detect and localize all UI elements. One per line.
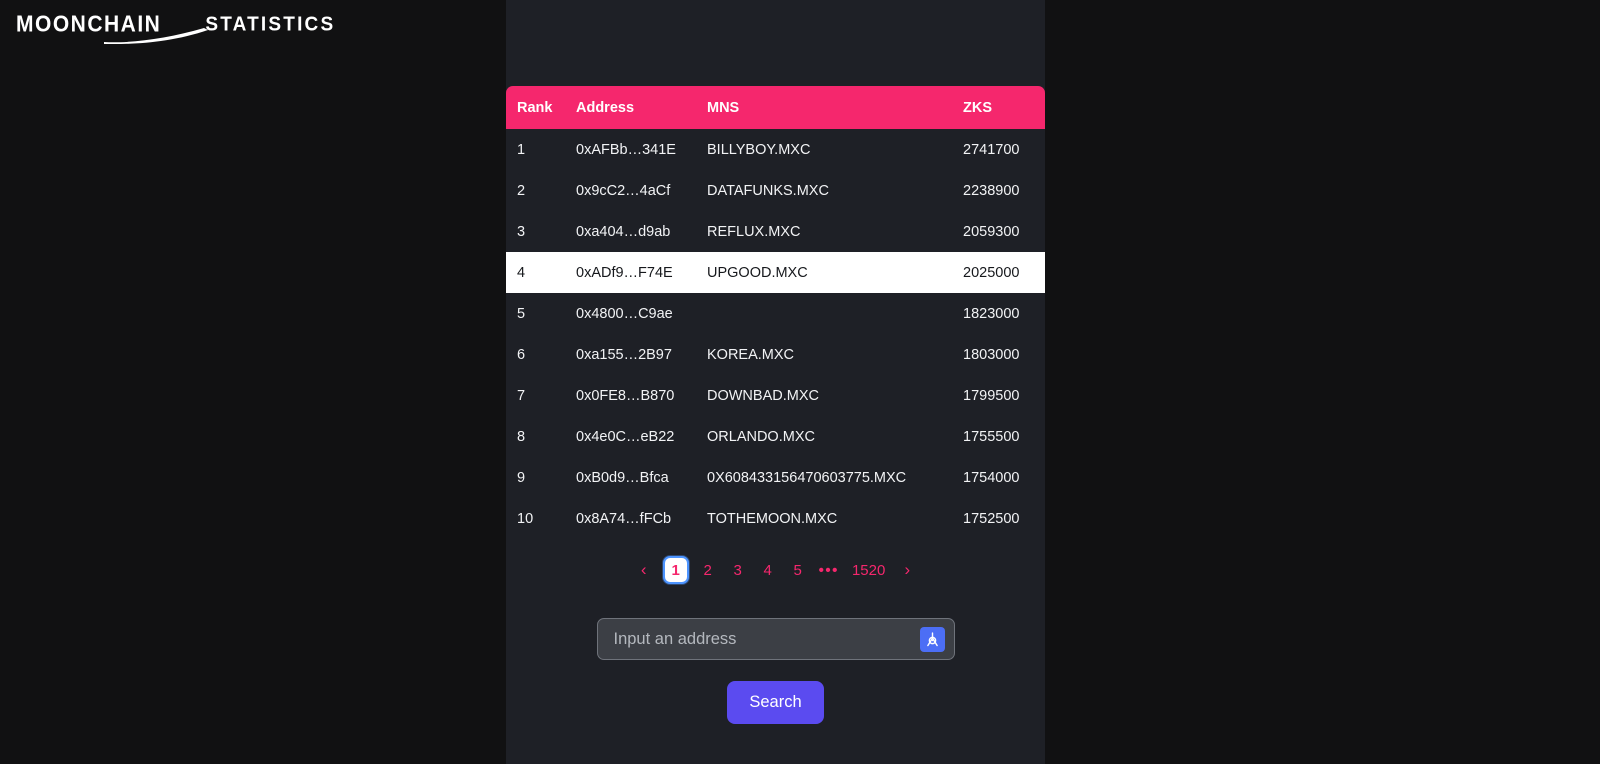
table-header: Rank Address MNS ZKS bbox=[506, 86, 1045, 129]
table-row[interactable]: 2 0x9cC2…4aCf DATAFUNKS.MXC 2238900 bbox=[506, 170, 1045, 211]
pagination-page-1[interactable]: 1 bbox=[662, 556, 689, 584]
cell-rank: 8 bbox=[517, 428, 526, 445]
cell-zks: 1803000 bbox=[963, 346, 1020, 363]
cell-rank: 4 bbox=[517, 264, 526, 281]
cell-mns bbox=[707, 293, 963, 334]
search-button-row: Search bbox=[506, 681, 1045, 724]
cell-address[interactable]: 0xB0d9…Bfca bbox=[576, 457, 707, 498]
search-button[interactable]: Search bbox=[727, 681, 824, 724]
pagination-page-5[interactable]: 5 bbox=[787, 556, 809, 584]
pagination-page-2[interactable]: 2 bbox=[697, 556, 719, 584]
column-header-rank[interactable]: Rank bbox=[506, 86, 576, 129]
cell-rank: 6 bbox=[517, 346, 526, 363]
address-book-glyph bbox=[926, 631, 938, 646]
cell-address[interactable]: 0x0FE8…B870 bbox=[576, 375, 707, 416]
pagination-prev-icon[interactable]: ‹ bbox=[633, 556, 655, 584]
cell-rank: 10 bbox=[517, 510, 534, 527]
cell-rank: 7 bbox=[517, 387, 526, 404]
column-header-address[interactable]: Address bbox=[576, 86, 707, 129]
cell-mns: BILLYBOY.MXC bbox=[707, 141, 811, 158]
cell-mns: DATAFUNKS.MXC bbox=[707, 182, 829, 199]
cell-address[interactable]: 0x8A74…fFCb bbox=[576, 498, 707, 539]
cell-zks: 1755500 bbox=[963, 428, 1020, 445]
cell-zks: 1799500 bbox=[963, 387, 1020, 404]
cell-zks: 2025000 bbox=[963, 264, 1020, 281]
cell-address[interactable]: 0xa155…2B97 bbox=[576, 334, 707, 375]
search-box[interactable] bbox=[596, 618, 955, 660]
cell-rank: 1 bbox=[517, 141, 526, 158]
address-book-icon[interactable] bbox=[919, 626, 945, 652]
cell-mns: 0X608433156470603775.MXC bbox=[707, 469, 907, 486]
pagination: ‹ 1 2 3 4 5 ••• 1520 › bbox=[506, 552, 1045, 588]
cell-address[interactable]: 0xAFBb…341E bbox=[576, 129, 707, 170]
cell-zks: 2741700 bbox=[963, 141, 1020, 158]
cell-rank: 5 bbox=[517, 305, 526, 322]
cell-zks: 1752500 bbox=[963, 510, 1020, 527]
search-input[interactable] bbox=[597, 619, 920, 659]
brand-logo[interactable]: MOONCHAIN bbox=[16, 9, 208, 44]
table-row[interactable]: 10 0x8A74…fFCb TOTHEMOON.MXC 1752500 bbox=[506, 498, 1045, 539]
cell-mns: REFLUX.MXC bbox=[707, 223, 801, 240]
table-row[interactable]: 8 0x4e0C…eB22 ORLANDO.MXC 1755500 bbox=[506, 416, 1045, 457]
cell-zks: 2238900 bbox=[963, 182, 1020, 199]
table-row[interactable]: 4 0xADf9…F74E UPGOOD.MXC 2025000 bbox=[506, 252, 1045, 293]
cell-rank: 9 bbox=[517, 469, 526, 486]
cell-address[interactable]: 0x9cC2…4aCf bbox=[576, 170, 707, 211]
cell-mns: ORLANDO.MXC bbox=[707, 428, 815, 445]
table-row[interactable]: 7 0x0FE8…B870 DOWNBAD.MXC 1799500 bbox=[506, 375, 1045, 416]
pagination-page-3[interactable]: 3 bbox=[727, 556, 749, 584]
cell-address[interactable]: 0x4800…C9ae bbox=[576, 293, 707, 334]
cell-mns: UPGOOD.MXC bbox=[707, 264, 808, 281]
table-row[interactable]: 3 0xa404…d9ab REFLUX.MXC 2059300 bbox=[506, 211, 1045, 252]
cell-zks: 2059300 bbox=[963, 223, 1020, 240]
pagination-page-last[interactable]: 1520 bbox=[849, 556, 888, 584]
search-row bbox=[506, 618, 1045, 660]
cell-address[interactable]: 0xADf9…F74E bbox=[576, 252, 707, 293]
cell-zks: 1823000 bbox=[963, 305, 1020, 322]
table-body: 1 0xAFBb…341E BILLYBOY.MXC 2741700 2 0x9cC2…4… bbox=[506, 129, 1045, 539]
brand-section-title: STATISTICS bbox=[205, 12, 336, 36]
column-header-mns[interactable]: MNS bbox=[707, 86, 963, 129]
cell-address[interactable]: 0xa404…d9ab bbox=[576, 211, 707, 252]
pagination-page-4[interactable]: 4 bbox=[757, 556, 779, 584]
table-row[interactable]: 5 0x4800…C9ae 1823000 bbox=[506, 293, 1045, 334]
cell-mns: DOWNBAD.MXC bbox=[707, 387, 819, 404]
column-header-zks[interactable]: ZKS bbox=[963, 86, 1045, 129]
table-row[interactable]: 1 0xAFBb…341E BILLYBOY.MXC 2741700 bbox=[506, 129, 1045, 170]
cell-mns: TOTHEMOON.MXC bbox=[707, 510, 838, 527]
table-row[interactable]: 6 0xa155…2B97 KOREA.MXC 1803000 bbox=[506, 334, 1045, 375]
pagination-next-icon[interactable]: › bbox=[896, 556, 918, 584]
leaderboard-table: Rank Address MNS ZKS 1 0xAFBb…341E BILLYBO… bbox=[506, 86, 1045, 539]
cell-mns: KOREA.MXC bbox=[707, 346, 795, 363]
app-root: MOONCHAIN STATISTICS Rank Address MNS ZK… bbox=[0, 0, 1600, 764]
pagination-ellipsis: ••• bbox=[818, 561, 839, 579]
cell-rank: 3 bbox=[517, 223, 526, 240]
brand-name: MOONCHAIN bbox=[16, 11, 162, 37]
cell-rank: 2 bbox=[517, 182, 526, 199]
cell-address[interactable]: 0x4e0C…eB22 bbox=[576, 416, 707, 457]
cell-zks: 1754000 bbox=[963, 469, 1020, 486]
table-header-row: Rank Address MNS ZKS bbox=[506, 86, 1045, 129]
table-row[interactable]: 9 0xB0d9…Bfca 0X608433156470603775.MXC 1754… bbox=[506, 457, 1045, 498]
content-panel: Rank Address MNS ZKS 1 0xAFBb…341E BILLYBO… bbox=[506, 0, 1045, 764]
